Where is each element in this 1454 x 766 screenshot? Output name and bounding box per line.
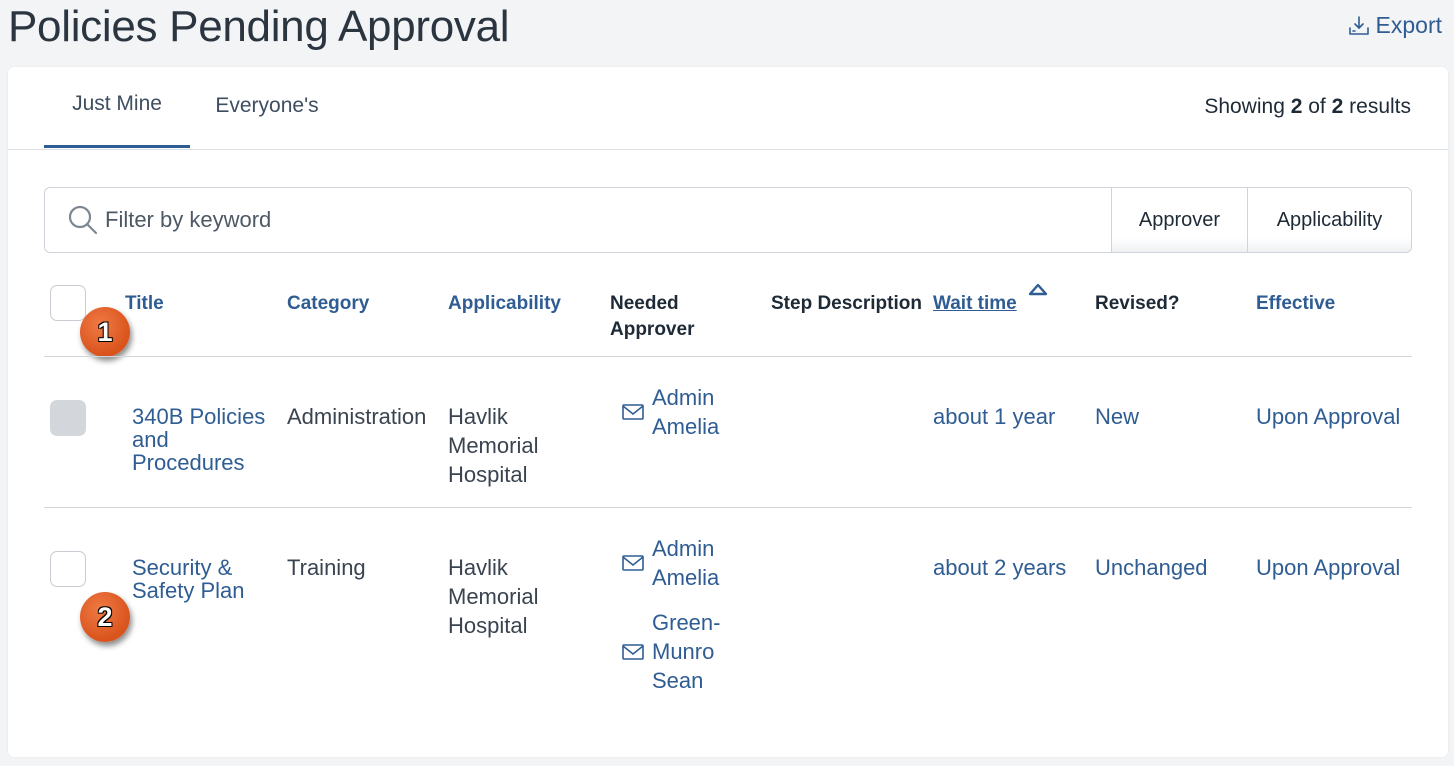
approver-filter-button[interactable]: Approver [1111,188,1247,252]
applicability-line: Hospital [448,613,528,638]
tab-just-mine[interactable]: Just Mine [44,67,190,148]
policy-category: Administration [287,404,427,429]
policy-category: Training [287,555,366,580]
policy-title-line: 340B Policies [132,404,266,429]
applicability-filter-button[interactable]: Applicability [1247,188,1411,252]
search-icon [68,205,98,235]
approver-name-link[interactable]: Green- Munro Sean [652,608,732,695]
wait-time: about 1 year [933,404,1056,429]
filter-input-wrap [45,188,1111,252]
applicability-line: Hospital [448,462,528,487]
export-label: Export [1375,12,1442,38]
mail-icon[interactable] [622,643,644,660]
results-suffix: results [1349,95,1411,118]
filter-keyword-input[interactable] [105,207,1111,233]
sort-ascending-icon[interactable] [1028,282,1048,296]
approver-name-line: Admin [652,536,715,561]
policy-title-line: and [132,427,169,452]
results-shown: 2 [1290,95,1303,118]
callout-badge-2: 2 [80,592,130,642]
column-header-needed-approver: Needed Approver [610,291,694,343]
policy-applicability: Havlik Memorial Hospital [448,402,538,489]
policy-title-link[interactable]: 340B Policies and Procedures [132,405,282,474]
callout-badge-1: 1 [80,307,130,357]
row-checkbox[interactable] [50,551,86,587]
effective-date: Upon Approval [1256,404,1401,429]
select-all-checkbox[interactable] [50,285,86,321]
export-icon [1348,15,1369,35]
applicability-line: Havlik [448,404,508,429]
header-divider [44,356,1412,357]
applicability-line: Memorial [448,433,539,458]
row-checkbox[interactable] [50,400,86,436]
filter-bar: Approver Applicability [44,187,1412,253]
approver-name-link[interactable]: Admin Amelia [652,383,732,441]
column-header-applicability[interactable]: Applicability [448,291,561,317]
row-divider [44,507,1412,508]
export-button[interactable]: Export [1347,12,1442,39]
mail-icon[interactable] [622,555,644,571]
tabs-bar: Just Mine Everyone's Showing 2 of 2 resu… [8,67,1448,150]
column-header-revised: Revised? [1095,293,1180,314]
column-header-step-description: Step Description [771,293,922,314]
policy-title-line: Security & [132,555,233,580]
mail-icon[interactable] [622,404,644,420]
page-title: Policies Pending Approval [8,2,510,51]
approver-name-line: Sean [652,668,704,693]
column-header-effective[interactable]: Effective [1256,291,1335,317]
approver-entry[interactable]: Green- Munro Sean [622,608,732,695]
results-count: Showing 2 of 2 results [1204,95,1411,119]
column-header-category[interactable]: Category [287,291,369,317]
approver-name-link[interactable]: Admin Amelia [652,534,732,592]
effective-date: Upon Approval [1256,555,1401,580]
policy-title-line: Procedures [132,450,245,475]
wait-time: about 2 years [933,555,1067,580]
policy-title-line: Safety Plan [132,578,245,603]
approver-name-line: Amelia [652,414,720,439]
results-prefix: Showing [1204,95,1285,118]
results-of: of [1308,95,1326,118]
column-header-title[interactable]: Title [125,291,164,317]
approver-name-line: Admin [652,385,715,410]
tab-everyones[interactable]: Everyone's [198,67,336,149]
policy-applicability: Havlik Memorial Hospital [448,553,538,640]
results-total: 2 [1331,95,1344,118]
approver-name-line: Green- [652,610,721,635]
approver-entry[interactable]: Admin Amelia [622,534,732,592]
policy-title-link[interactable]: Security & Safety Plan [132,556,282,602]
approver-name-line: Munro [652,639,715,664]
approver-name-line: Amelia [652,565,720,590]
column-header-needed-approver-line1: Needed [610,293,679,314]
approver-entry[interactable]: Admin Amelia [622,383,732,441]
policies-card: Just Mine Everyone's Showing 2 of 2 resu… [8,67,1448,757]
revised-status: Unchanged [1095,555,1208,580]
applicability-line: Memorial [448,584,539,609]
column-header-needed-approver-line2: Approver [610,319,695,340]
revised-status: New [1095,404,1140,429]
column-header-wait-time[interactable]: Wait time [933,291,1017,317]
applicability-line: Havlik [448,555,508,580]
